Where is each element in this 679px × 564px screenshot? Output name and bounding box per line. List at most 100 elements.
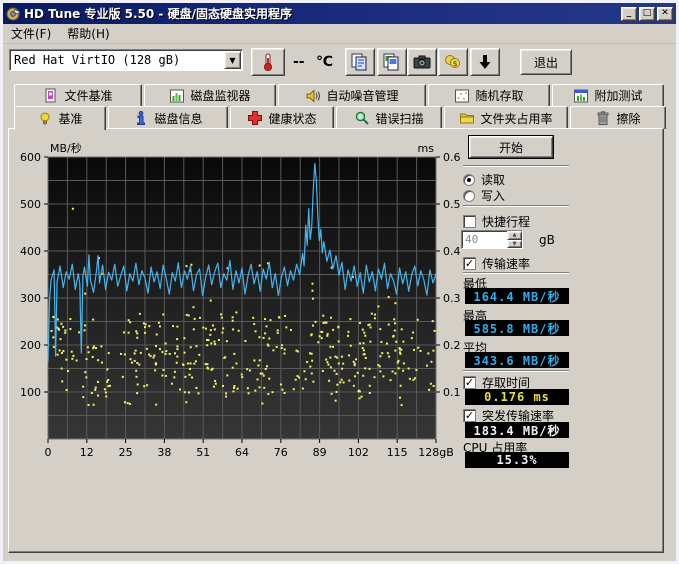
svg-text:200: 200 [20, 339, 41, 352]
screenshot-button[interactable] [407, 48, 437, 76]
svg-text:ms: ms [418, 142, 435, 155]
copy-image-icon [382, 52, 402, 72]
tab-random-access[interactable]: 随机存取 [428, 84, 550, 106]
tab-disk-monitor[interactable]: 磁盘监视器 [144, 84, 276, 106]
tab-label: 基准 [58, 110, 82, 127]
info-icon [133, 110, 149, 126]
max-value-display: 585.8 MB/秒 [465, 320, 569, 336]
benchmark-page: 1002003004005006000.100.200.300.400.500.… [8, 128, 664, 553]
short-stroke-label: 快捷行程 [482, 213, 530, 230]
menu-file[interactable]: 文件(F) [3, 23, 59, 44]
tab-health[interactable]: 健康状态 [230, 106, 334, 129]
transfer-rate-label: 传输速率 [482, 255, 530, 272]
svg-text:0.20: 0.20 [443, 339, 461, 352]
svg-text:128gB: 128gB [418, 446, 454, 459]
copy-text-icon [350, 52, 370, 72]
tab-erase[interactable]: 擦除 [570, 106, 666, 129]
write-radio-label: 写入 [481, 187, 505, 204]
tab-label: 文件夹占用率 [480, 110, 552, 127]
temperature-value: -- [293, 54, 305, 70]
tab-file-benchmark[interactable]: 文件基准 [14, 84, 142, 106]
min-value-display: 164.4 MB/秒 [465, 288, 569, 304]
svg-text:25: 25 [119, 446, 133, 459]
tab-label: 错误扫描 [375, 110, 423, 127]
maximize-button[interactable]: □ [639, 7, 655, 21]
copy-image-button[interactable] [377, 48, 407, 76]
window-title: HD Tune 专业版 5.50 - 硬盘/固态硬盘实用程序 [24, 5, 292, 22]
tab-label: 磁盘信息 [154, 110, 202, 127]
save-arrow-icon [475, 52, 495, 72]
tab-label: 文件基准 [64, 87, 112, 104]
tab-disk-info[interactable]: 磁盘信息 [108, 106, 228, 129]
svg-text:0.50: 0.50 [443, 198, 461, 211]
save-results-button[interactable] [470, 48, 500, 76]
access-time-checkbox[interactable]: ✓ [463, 376, 476, 389]
thermometer-icon [259, 52, 277, 72]
short-stroke-value: 40 [462, 231, 507, 248]
temperature-button[interactable] [251, 48, 285, 76]
read-radio-row[interactable]: 读取 [463, 171, 505, 188]
tab-label: 自动噪音管理 [326, 87, 398, 104]
transfer-rate-checkbox[interactable]: ✓ [463, 257, 476, 270]
svg-text:38: 38 [157, 446, 171, 459]
title-bar: HD Tune 专业版 5.50 - 硬盘/固态硬盘实用程序 _ □ ✕ [3, 3, 676, 24]
app-icon [6, 7, 20, 21]
speaker-icon [305, 88, 321, 104]
write-radio-row[interactable]: 写入 [463, 187, 505, 204]
svg-text:300: 300 [20, 292, 41, 305]
short-stroke-checkbox[interactable] [463, 215, 476, 228]
tab-row-front: 基准 磁盘信息 健康状态 错误扫描 [14, 106, 669, 129]
divider [463, 205, 569, 207]
tab-label: 擦除 [616, 110, 640, 127]
svg-text:0.30: 0.30 [443, 292, 461, 305]
tab-row-back: 文件基准 磁盘监视器 自动噪音管理 随机 [14, 84, 669, 106]
disk-monitor-icon [169, 88, 185, 104]
tab-benchmark[interactable]: 基准 [14, 106, 106, 130]
divider [463, 165, 569, 167]
tab-auto-acoustic[interactable]: 自动噪音管理 [278, 84, 426, 106]
folder-icon [459, 110, 475, 126]
svg-text:MB/秒: MB/秒 [50, 141, 82, 155]
magnifier-icon [354, 110, 370, 126]
svg-text:500: 500 [20, 198, 41, 211]
svg-text:$: $ [453, 60, 458, 68]
exit-button[interactable]: 退出 [520, 49, 572, 75]
file-benchmark-icon [43, 88, 59, 104]
drive-select[interactable]: Red Hat VirtIO (128 gB) ▼ [9, 49, 243, 71]
trash-icon [595, 110, 611, 126]
tab-label: 随机存取 [475, 87, 523, 104]
svg-text:12: 12 [80, 446, 94, 459]
benchmark-chart: 1002003004005006000.100.200.300.400.500.… [15, 139, 461, 469]
tab-folder-usage[interactable]: 文件夹占用率 [444, 106, 568, 129]
chevron-down-icon[interactable]: ▼ [224, 51, 241, 69]
write-radio[interactable] [463, 190, 475, 202]
svg-text:51: 51 [196, 446, 210, 459]
donate-button[interactable]: $ [438, 48, 468, 76]
temperature-unit: ℃ [316, 54, 333, 70]
short-stroke-row[interactable]: 快捷行程 [463, 213, 530, 230]
svg-text:100: 100 [20, 386, 41, 399]
read-radio[interactable] [463, 174, 475, 186]
minimize-button[interactable]: _ [621, 7, 637, 21]
close-button[interactable]: ✕ [657, 7, 673, 21]
read-radio-label: 读取 [481, 171, 505, 188]
svg-text:400: 400 [20, 245, 41, 258]
transfer-rate-row[interactable]: ✓ 传输速率 [463, 255, 530, 272]
stepper-down-icon[interactable]: ▼ [507, 240, 522, 249]
menu-bar: 文件(F) 帮助(H) [3, 24, 676, 44]
stepper-up-icon[interactable]: ▲ [507, 231, 522, 240]
cpu-usage-display: 15.3% [465, 452, 569, 468]
copy-text-button[interactable] [345, 48, 375, 76]
access-time-display: 0.176 ms [465, 389, 569, 405]
svg-text:0: 0 [45, 446, 52, 459]
drive-select-value: Red Hat VirtIO (128 gB) [10, 53, 224, 67]
menu-help[interactable]: 帮助(H) [59, 23, 117, 44]
avg-value-display: 343.6 MB/秒 [465, 352, 569, 368]
burst-rate-checkbox[interactable]: ✓ [463, 409, 476, 422]
burst-rate-display: 183.4 MB/秒 [465, 422, 569, 438]
svg-text:0.10: 0.10 [443, 386, 461, 399]
tab-error-scan[interactable]: 错误扫描 [336, 106, 442, 129]
short-stroke-stepper[interactable]: 40 ▲ ▼ [461, 230, 523, 249]
tab-extra-tests[interactable]: 附加测试 [552, 84, 664, 106]
start-button[interactable]: 开始 [469, 136, 553, 158]
